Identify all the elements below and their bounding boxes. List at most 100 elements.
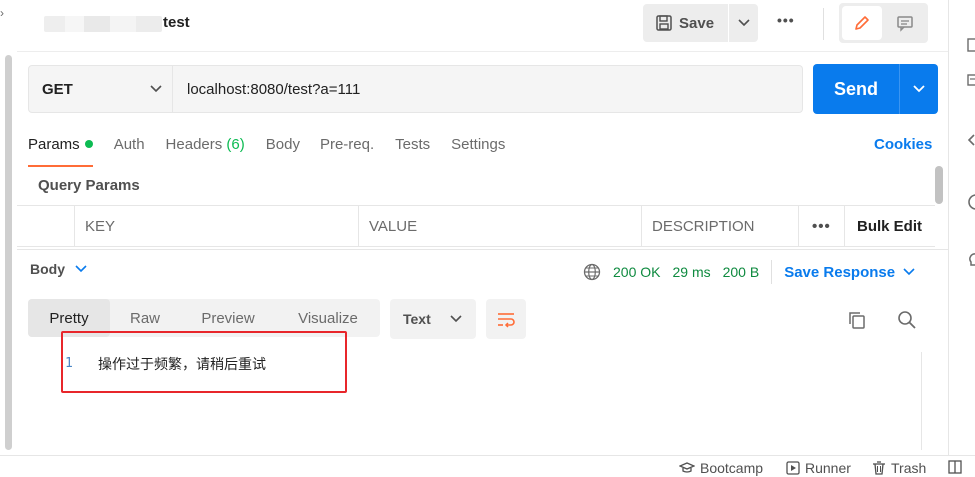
meta-divider	[771, 260, 773, 284]
runner-label: Runner	[805, 460, 851, 476]
tab-settings[interactable]: Settings	[451, 134, 505, 166]
tab-params[interactable]: Params	[28, 134, 93, 167]
tab-pretty[interactable]: Pretty	[28, 299, 110, 337]
headers-count: (6)	[226, 136, 245, 153]
view-mode-toggle	[839, 3, 928, 43]
query-params-heading: Query Params	[38, 177, 140, 194]
editor-scrollbar[interactable]	[921, 352, 937, 450]
tab-visualize[interactable]: Visualize	[276, 299, 380, 337]
lightbulb-icon[interactable]	[967, 252, 975, 271]
chevron-down-icon	[737, 19, 750, 27]
column-header-value: VALUE	[358, 206, 641, 246]
bootcamp-button[interactable]: Bootcamp	[679, 460, 763, 476]
response-time[interactable]: 29 ms	[672, 264, 710, 280]
tab-preview[interactable]: Preview	[180, 299, 276, 337]
trash-icon	[873, 461, 885, 475]
play-icon	[786, 461, 800, 475]
chevron-down-icon	[903, 268, 915, 276]
status-bar: Bootcamp Runner Trash	[0, 455, 975, 477]
params-scrollbar[interactable]	[935, 166, 943, 204]
tab-headers[interactable]: Headers (6)	[166, 134, 245, 166]
send-options-button[interactable]	[899, 64, 938, 114]
request-title[interactable]: test	[163, 14, 190, 31]
save-options-button[interactable]	[729, 4, 758, 42]
response-divider[interactable]	[17, 249, 948, 250]
pencil-icon	[855, 16, 869, 30]
response-body-editor[interactable]: 1 操作过于频繁，请稍后重试	[28, 346, 938, 451]
http-method-value: GET	[42, 80, 73, 98]
column-options-icon[interactable]: •••	[798, 206, 844, 246]
tab-params-label: Params	[28, 136, 80, 153]
save-button-label: Save	[679, 14, 715, 32]
column-header-description: DESCRIPTION	[641, 206, 798, 246]
graduation-cap-icon	[679, 462, 695, 473]
params-active-dot	[84, 140, 93, 148]
edit-mode-button[interactable]	[842, 6, 882, 40]
info-icon[interactable]	[967, 194, 975, 213]
bulk-edit-button[interactable]: Bulk Edit	[844, 206, 935, 246]
response-language-value: Text	[403, 311, 431, 327]
response-size[interactable]: 200 B	[723, 264, 760, 280]
tab-tests-label: Tests	[395, 136, 431, 153]
url-input[interactable]: localhost:8080/test?a=111	[173, 65, 803, 113]
wrap-lines-icon	[498, 313, 515, 328]
left-sidebar-strip: ›	[0, 0, 17, 455]
save-button[interactable]: Save	[643, 4, 728, 42]
header-divider	[823, 8, 824, 40]
chevron-down-icon	[75, 265, 87, 273]
request-header: test Save •••	[17, 0, 948, 52]
more-actions-icon[interactable]: •••	[777, 12, 795, 28]
response-body-label: Body	[30, 261, 65, 277]
tab-settings-label: Settings	[451, 136, 506, 153]
response-language-select[interactable]: Text	[390, 299, 476, 339]
save-response-button[interactable]: Save Response	[784, 264, 915, 281]
trash-button[interactable]: Trash	[872, 460, 926, 476]
response-body-dropdown[interactable]: Body	[30, 261, 87, 277]
comments-icon[interactable]	[967, 74, 975, 91]
tab-pre-request-label: Pre-req.	[319, 136, 375, 153]
query-params-table: KEY VALUE DESCRIPTION ••• Bulk Edit	[17, 205, 935, 247]
bootcamp-label: Bootcamp	[700, 460, 764, 476]
collection-path-redacted	[44, 16, 162, 32]
trash-label: Trash	[891, 460, 927, 476]
search-response-button[interactable]	[893, 306, 921, 334]
code-icon[interactable]	[967, 133, 975, 150]
tab-pre-request[interactable]: Pre-req.	[320, 134, 374, 166]
copy-icon	[849, 312, 865, 329]
http-method-select[interactable]: GET	[28, 65, 173, 113]
row-checkbox-column	[17, 206, 74, 246]
request-tabs: Params Auth Headers (6) Body Pre-req. Te…	[28, 134, 505, 167]
chevron-down-icon	[150, 85, 162, 93]
column-header-key: KEY	[74, 206, 358, 246]
save-response-label: Save Response	[784, 263, 896, 281]
tab-body-label: Body	[265, 136, 300, 153]
comment-mode-button[interactable]	[885, 6, 925, 40]
line-number: 1	[65, 356, 73, 371]
chevron-right-icon[interactable]: ›	[0, 6, 4, 20]
response-format-tabs: Pretty Raw Preview Visualize	[28, 299, 380, 337]
tab-auth[interactable]: Auth	[114, 134, 145, 166]
chevron-down-icon	[913, 85, 925, 93]
two-pane-view-icon[interactable]	[948, 460, 962, 474]
search-icon	[898, 311, 916, 329]
right-context-bar	[948, 0, 975, 455]
wrap-lines-button[interactable]	[486, 299, 526, 339]
response-meta: 200 OK 29 ms 200 B Save Response	[583, 260, 915, 284]
save-icon	[656, 15, 672, 31]
copy-response-button[interactable]	[843, 306, 871, 334]
chevron-down-icon	[450, 315, 462, 323]
tab-auth-label: Auth	[113, 136, 145, 153]
status-code[interactable]: 200 OK	[613, 264, 660, 280]
tab-body[interactable]: Body	[266, 134, 300, 166]
tab-raw[interactable]: Raw	[110, 299, 180, 337]
sidebar-scrollbar[interactable]	[5, 55, 12, 450]
tab-headers-label: Headers	[165, 136, 223, 153]
cookies-link[interactable]: Cookies	[874, 136, 932, 153]
tab-tests[interactable]: Tests	[395, 134, 430, 166]
globe-icon[interactable]	[583, 263, 601, 281]
response-line: 操作过于频繁，请稍后重试	[98, 357, 266, 373]
send-button[interactable]: Send	[813, 64, 899, 114]
documentation-icon[interactable]	[967, 38, 975, 55]
request-workspace: test Save ••• GET localhost:8080/test?a=…	[17, 0, 948, 455]
runner-button[interactable]: Runner	[786, 460, 851, 476]
